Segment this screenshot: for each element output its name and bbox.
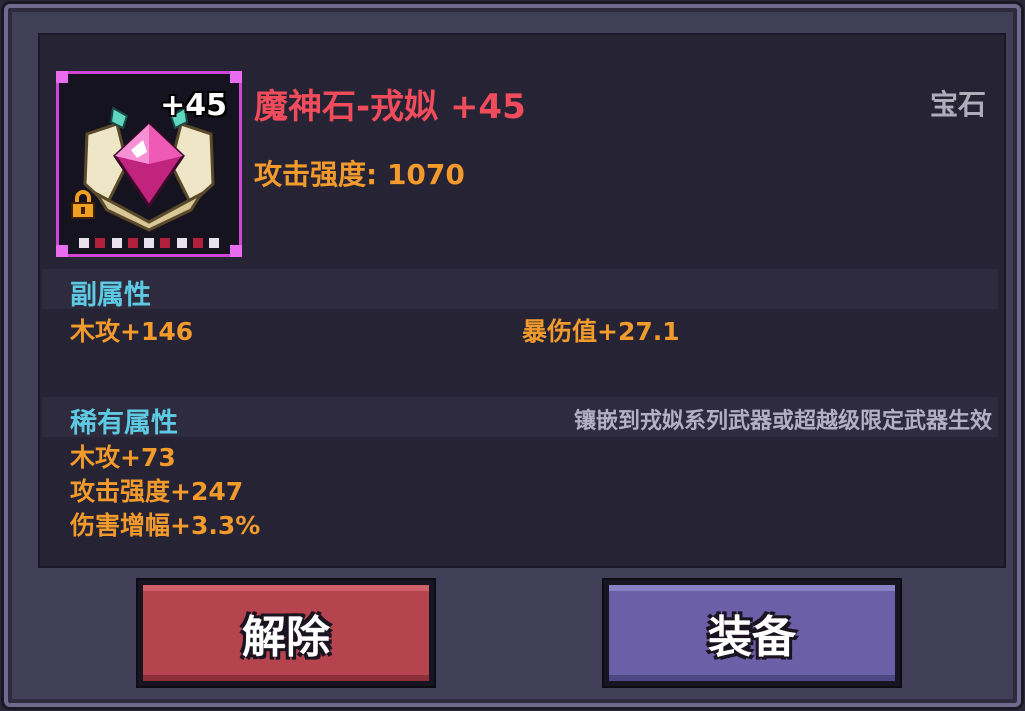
unequip-button-label: 解除 [242, 612, 330, 663]
item-detail-window: +45 魔神石-戎姒 +45 宝石 攻击强度: 1070 副属性 木攻+146 … [4, 4, 1021, 707]
rare-attributes-header: 稀有属性 镶嵌到戎姒系列武器或超越级限定武器生效 [42, 397, 998, 439]
lock-icon [71, 190, 95, 219]
secondary-attribute: 木攻+146 [70, 317, 194, 346]
secondary-attribute: 暴伤值+27.1 [522, 317, 680, 346]
corner-decoration [230, 245, 242, 257]
item-level-badge: +45 [160, 88, 227, 123]
item-main-stat: 攻击强度: 1070 [254, 158, 465, 191]
equip-button-label: 装备 [708, 612, 796, 663]
rare-attributes-title: 稀有属性 [70, 408, 178, 439]
secondary-attributes-title: 副属性 [70, 280, 151, 311]
unequip-button[interactable]: 解除 [138, 580, 434, 686]
secondary-attributes-header: 副属性 [42, 269, 998, 311]
item-icon[interactable]: +45 [56, 71, 242, 257]
rare-attribute: 木攻+73 [70, 443, 176, 472]
rare-attribute: 伤害增幅+3.3% [70, 511, 261, 540]
item-name: 魔神石-戎姒 +45 [254, 87, 526, 127]
rare-attributes-condition: 镶嵌到戎姒系列武器或超越级限定武器生效 [573, 409, 992, 434]
equip-button[interactable]: 装备 [604, 580, 900, 686]
corner-decoration [56, 245, 68, 257]
rare-attribute: 攻击强度+247 [70, 477, 244, 506]
item-detail-panel: +45 魔神石-戎姒 +45 宝石 攻击强度: 1070 副属性 木攻+146 … [38, 33, 1006, 568]
item-quality-strip [79, 238, 219, 248]
item-type: 宝石 [929, 88, 986, 121]
corner-decoration [56, 71, 68, 83]
corner-decoration [230, 71, 242, 83]
